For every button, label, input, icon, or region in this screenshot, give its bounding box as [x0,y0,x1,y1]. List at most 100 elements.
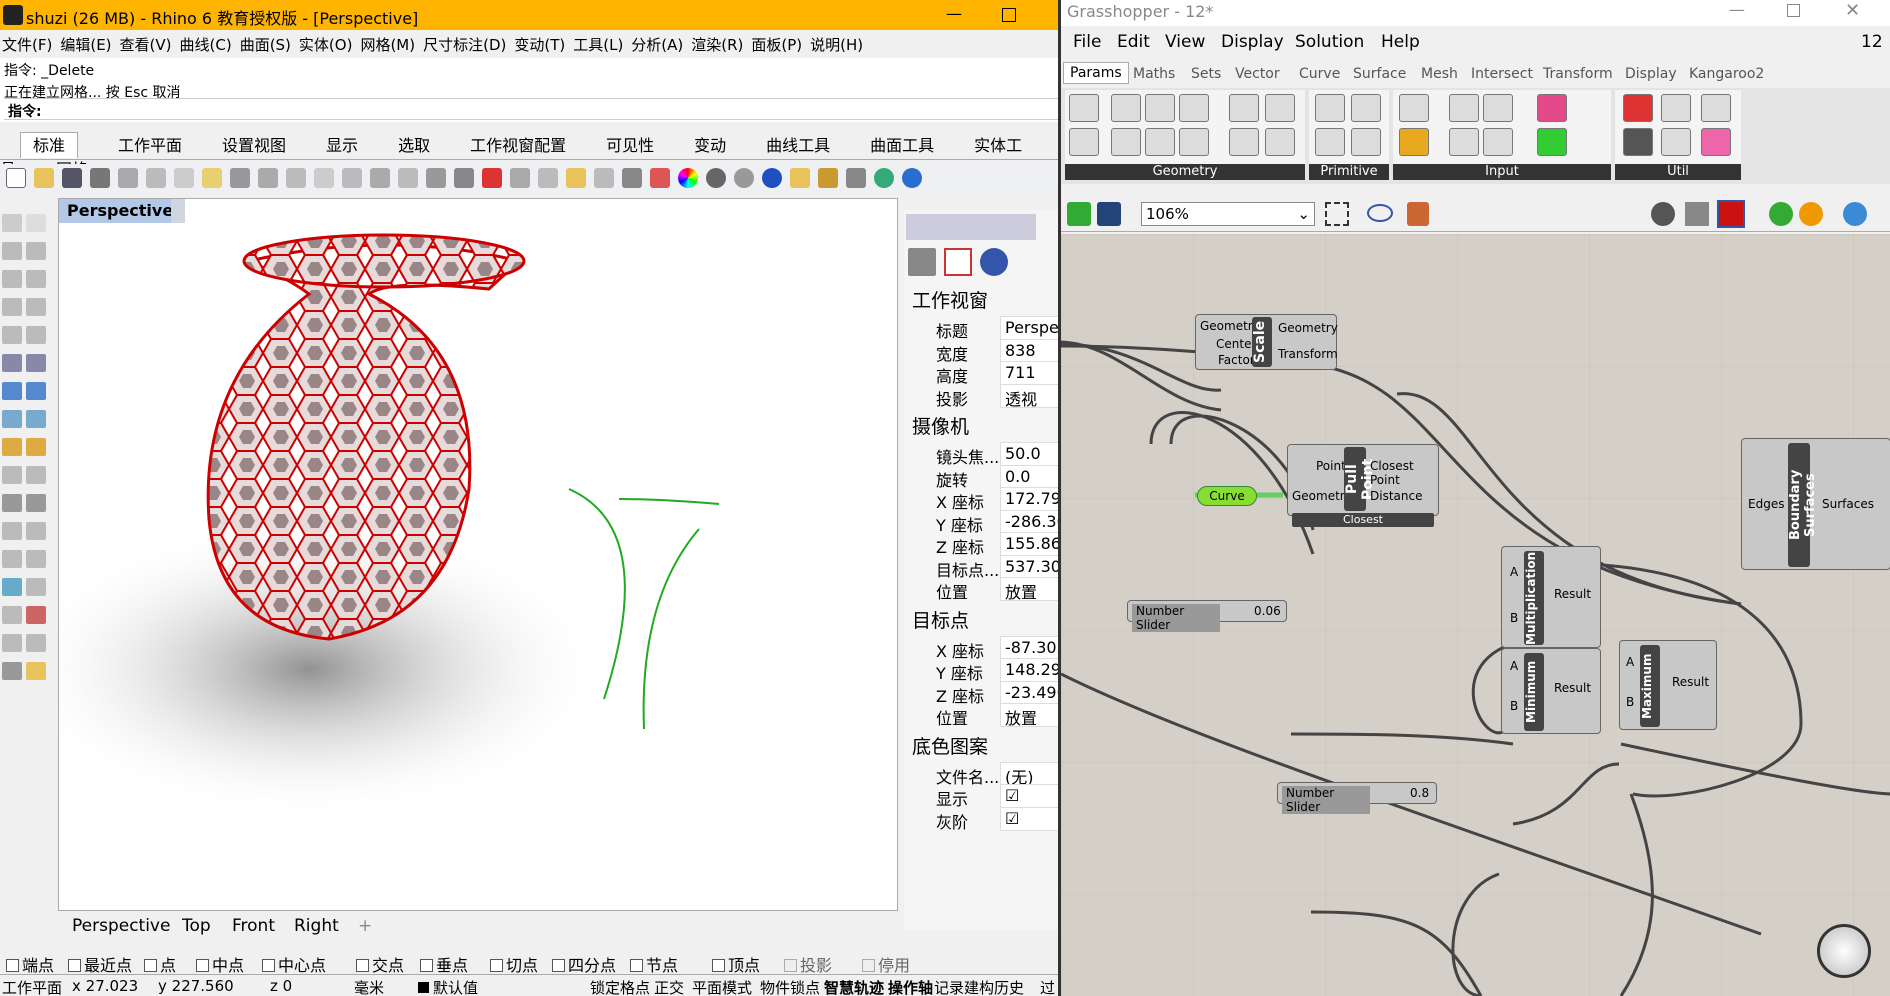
analyze-icon[interactable] [2,578,22,596]
target-icon[interactable] [510,168,530,188]
print-icon[interactable] [90,168,110,188]
polyline-icon[interactable] [2,242,22,260]
checkbox-icon[interactable] [784,959,797,972]
vp-tab-right[interactable]: Right [294,916,339,936]
checkbox-icon[interactable] [490,959,503,972]
param-icon[interactable] [1069,94,1099,122]
param-icon[interactable] [1229,128,1259,156]
input-geometry[interactable]: Geometry [1292,489,1352,503]
menu-help[interactable]: 说明(H) [810,36,863,54]
osnap-option[interactable]: 中点 [196,952,244,976]
checkbox-icon[interactable] [262,959,275,972]
copy-icon[interactable] [118,168,138,188]
param-icon[interactable] [1537,128,1567,156]
param-icon[interactable] [1069,128,1099,156]
grid-tool-icon[interactable] [2,606,22,624]
osnap-option[interactable]: 中心点 [262,952,326,976]
gh-menu-edit[interactable]: Edit [1117,32,1150,52]
menu-mesh[interactable]: 网格(M) [360,36,415,54]
param-icon[interactable] [1661,128,1691,156]
checkbox-icon[interactable] [6,959,19,972]
group-icon[interactable] [2,466,22,484]
param-icon[interactable] [1449,128,1479,156]
menu-transform[interactable]: 变动(T) [514,36,565,54]
guide-curve[interactable] [642,528,700,730]
slider-value[interactable]: 0.06 [1254,604,1281,618]
vp-tab-top[interactable]: Top [182,916,211,936]
tab-select[interactable]: 选取 [398,136,430,155]
gh-menu-help[interactable]: Help [1381,32,1420,52]
rotate-icon[interactable] [26,494,46,512]
param-icon[interactable] [1399,128,1429,156]
fillet-icon[interactable] [26,326,46,344]
new-file-icon[interactable] [6,168,26,188]
minimum-component[interactable]: A B Minimum Result [1501,648,1601,734]
input-b[interactable]: B [1510,611,1518,625]
arc-icon[interactable] [2,298,22,316]
gh-tab-params[interactable]: Params [1063,62,1129,84]
zoom-select[interactable]: 106% ⌄ [1141,202,1315,226]
slider-value[interactable]: 0.8 [1410,786,1429,800]
props-row-value[interactable]: Perspe [1000,316,1058,340]
menu-render[interactable]: 渲染(R) [691,36,743,54]
perspective-viewport[interactable]: Perspective [58,198,898,911]
props-row-value[interactable]: 0.0 [1000,464,1058,489]
tab-curve-tools[interactable]: 曲线工具 [766,136,830,155]
props-row-value[interactable]: 放置 [1000,577,1058,601]
input-b[interactable]: B [1510,699,1518,713]
render-sphere-icon[interactable] [762,168,782,188]
move-icon[interactable] [2,494,22,512]
globe-icon[interactable] [874,168,894,188]
mirror-icon[interactable] [26,550,46,568]
props-row-value[interactable]: 放置 [1000,703,1058,727]
gh-open-icon[interactable] [1067,202,1091,226]
viewport-dropdown-icon[interactable] [171,199,185,223]
maximum-component[interactable]: A B Maximum Result [1619,640,1717,730]
gh-tab-mesh[interactable]: Mesh [1421,66,1458,82]
color-wheel-icon[interactable] [678,168,698,188]
gh-tab-intersect[interactable]: Intersect [1471,66,1533,82]
menu-tools[interactable]: 工具(L) [573,36,623,54]
paste-icon[interactable] [174,168,194,188]
props-row-value[interactable]: -23.496 [1000,680,1058,705]
props-row-value[interactable]: 838 [1000,338,1058,363]
input-a[interactable]: A [1510,659,1518,673]
boolean-icon[interactable] [26,382,46,400]
viewport-title[interactable]: Perspective [59,199,177,223]
grid-icon[interactable] [454,168,474,188]
osnap-option[interactable]: 交点 [356,952,404,976]
status-cell[interactable]: 工作平面 [2,977,62,996]
status-cell[interactable]: 正交 [654,977,684,996]
sphere-preview-icon[interactable] [1843,202,1867,226]
osnap-option[interactable]: 最近点 [68,952,132,976]
props-row-value[interactable]: -286.30 [1000,509,1058,534]
props-row-value[interactable]: 148.298 [1000,658,1058,682]
checkbox-icon[interactable] [552,959,565,972]
props-row-value[interactable]: -87.305 [1000,635,1058,660]
mesh-icon[interactable] [26,410,46,428]
curve-param[interactable]: Curve [1197,486,1257,506]
bake-icon[interactable] [1769,202,1793,226]
viewport-props-icon[interactable] [944,248,972,276]
param-icon[interactable] [1315,94,1345,122]
gh-canvas[interactable]: Geometry Center Factor Scale Geometry Tr… [1061,234,1890,996]
gh-tab-kangaroo2[interactable]: Kangaroo2 [1689,66,1764,82]
status-cell[interactable]: 物件锁点 [760,977,820,996]
split-icon[interactable] [26,606,46,624]
gh-menu-file[interactable]: File [1073,32,1101,52]
props-row-value[interactable]: 50.0 [1000,442,1058,466]
param-icon[interactable] [1145,128,1175,156]
gh-tab-surface[interactable]: Surface [1353,66,1406,82]
input-center[interactable]: Center [1216,337,1256,351]
props-row-value[interactable]: 155.862 [1000,532,1058,556]
status-cell[interactable]: x 27.023 [72,977,138,995]
curve-icon[interactable] [26,242,46,260]
osnap-option[interactable]: 点 [144,952,176,976]
save-icon[interactable] [62,168,82,188]
param-icon[interactable] [1265,94,1295,122]
checkbox-icon[interactable] [196,959,209,972]
menu-curve[interactable]: 曲线(C) [180,36,232,54]
menu-solid[interactable]: 实体(O) [299,36,353,54]
gh-tab-vector[interactable]: Vector [1235,66,1280,82]
osnap-option[interactable]: 投影 [784,952,832,976]
